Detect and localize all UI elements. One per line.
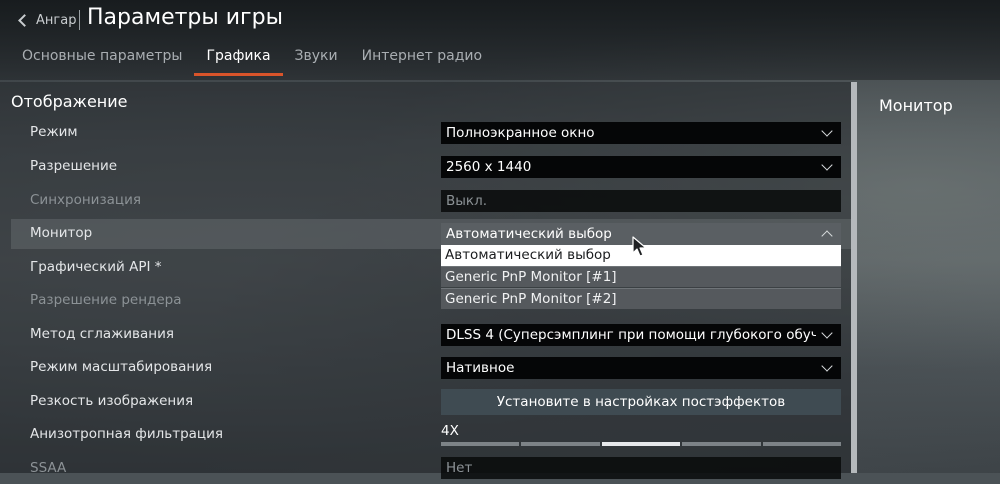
select-value: Полноэкранное окно <box>446 125 595 141</box>
page-title: Параметры игры <box>87 5 283 30</box>
resolution-select[interactable]: 2560 x 1440 <box>441 156 841 178</box>
slider-segment[interactable] <box>601 442 681 446</box>
setting-label: Анизотропная фильтрация <box>30 426 223 442</box>
chevron-down-icon <box>821 125 833 137</box>
header: Ангар Параметры игры <box>0 0 1000 44</box>
slider-segment[interactable] <box>521 442 600 446</box>
side-panel-title: Монитор <box>879 96 953 115</box>
scaling-mode-select[interactable]: Нативное <box>441 357 841 379</box>
chevron-left-icon <box>18 14 31 27</box>
slider-segment[interactable] <box>441 442 520 446</box>
anisotropic-value: 4X <box>441 423 459 439</box>
mode-select[interactable]: Полноэкранное окно <box>441 122 841 144</box>
tab-bar: Основные параметры Графика Звуки Интерне… <box>10 46 494 76</box>
setting-label: Разрешение рендера <box>30 292 182 308</box>
dropdown-option[interactable]: Generic PnP Monitor [#1] <box>441 266 841 287</box>
scrollbar[interactable] <box>851 82 857 473</box>
tab-graphics[interactable]: Графика <box>194 46 283 76</box>
dropdown-option[interactable]: Generic PnP Monitor [#2] <box>441 288 841 309</box>
slider-segment[interactable] <box>762 442 841 446</box>
postfx-settings-button[interactable]: Установите в настройках постэффектов <box>441 389 841 415</box>
select-value: Нативное <box>446 360 515 376</box>
mouse-cursor-icon <box>632 236 647 257</box>
chevron-down-icon <box>821 327 833 339</box>
button-label: Установите в настройках постэффектов <box>496 394 786 410</box>
setting-label: SSAA <box>30 460 67 476</box>
select-value: DLSS 4 (Суперсэмплинг при помощи глубоко… <box>446 327 816 343</box>
setting-label: Резкость изображения <box>30 393 194 409</box>
tab-sound[interactable]: Звуки <box>283 46 350 76</box>
option-label: Generic PnP Monitor [#2] <box>445 291 617 307</box>
anisotropic-slider[interactable] <box>441 442 841 446</box>
field-value: Нет <box>446 460 473 476</box>
setting-label: Синхронизация <box>30 192 141 208</box>
field-value: Выкл. <box>446 193 487 209</box>
scrollbar-thumb[interactable] <box>851 82 857 473</box>
setting-label: Графический API * <box>30 259 162 275</box>
option-label: Generic PnP Monitor [#1] <box>445 269 617 285</box>
option-label: Автоматический выбор <box>445 247 611 263</box>
setting-label: Режим <box>30 124 78 140</box>
setting-label: Метод сглаживания <box>30 326 175 342</box>
chevron-down-icon <box>821 159 833 171</box>
setting-label: Разрешение <box>30 158 118 174</box>
slider-segment[interactable] <box>682 442 761 446</box>
back-label: Ангар <box>36 12 77 28</box>
vsync-field: Выкл. <box>441 190 841 212</box>
select-value: 2560 x 1440 <box>446 159 532 175</box>
ssaa-field: Нет <box>441 457 841 479</box>
chevron-up-icon <box>821 230 833 242</box>
antialiasing-select[interactable]: DLSS 4 (Суперсэмплинг при помощи глубоко… <box>441 324 841 346</box>
setting-label: Режим масштабирования <box>30 359 213 375</box>
back-button[interactable]: Ангар <box>18 11 77 29</box>
chevron-down-icon <box>821 360 833 372</box>
select-value: Автоматический выбор <box>446 226 612 242</box>
section-title: Отображение <box>11 92 128 111</box>
setting-label: Монитор <box>30 225 93 241</box>
tab-general[interactable]: Основные параметры <box>10 46 194 76</box>
tab-internet-radio[interactable]: Интернет радио <box>350 46 494 76</box>
header-divider <box>79 10 80 30</box>
